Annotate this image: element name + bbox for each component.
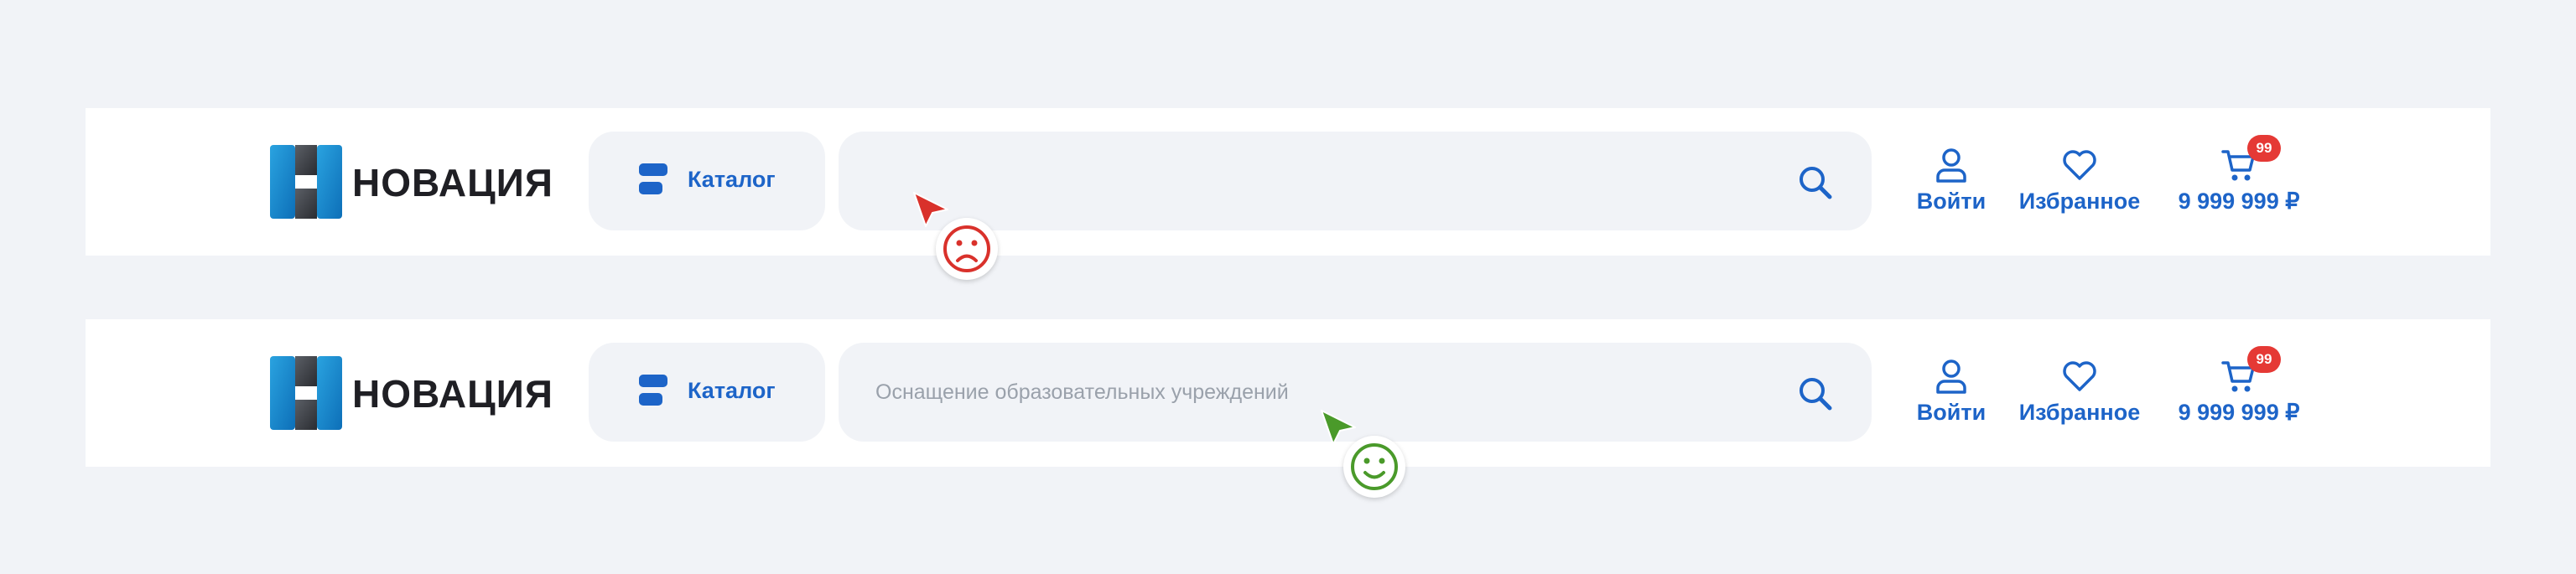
favorites-button[interactable]: Избранное (2012, 358, 2147, 426)
login-button[interactable]: Войти (1905, 147, 1997, 215)
logo-text: НОВАЦИЯ (352, 161, 553, 204)
catalog-menu-icon (639, 375, 667, 408)
login-button[interactable]: Войти (1905, 358, 1997, 426)
catalog-label: Каталог (688, 167, 776, 192)
logo-mark-icon (270, 145, 342, 219)
cart-button[interactable]: 99 9 999 999 ₽ (2163, 346, 2314, 426)
sad-face-icon (936, 218, 998, 280)
login-label: Войти (1916, 400, 1987, 425)
search-input[interactable] (875, 371, 1764, 413)
logo[interactable]: НОВАЦИЯ (270, 356, 576, 430)
cart-button[interactable]: 99 9 999 999 ₽ (2163, 135, 2314, 215)
favorites-label: Избранное (2018, 189, 2141, 214)
cart-total-label: 9 999 999 ₽ (2178, 189, 2300, 214)
arrow-cursor-green-icon (1321, 410, 1356, 445)
cart-count-badge: 99 (2247, 135, 2281, 162)
search-icon[interactable] (1796, 375, 1835, 413)
arrow-cursor-red-icon (913, 192, 948, 227)
search-bar[interactable] (839, 132, 1872, 230)
catalog-button[interactable]: Каталог (589, 343, 825, 442)
user-icon (1936, 148, 1966, 183)
cart-count-badge: 99 (2247, 346, 2281, 373)
catalog-button[interactable]: Каталог (589, 132, 825, 230)
logo-text: НОВАЦИЯ (352, 372, 553, 416)
heart-icon (2063, 150, 2096, 180)
cart-total-label: 9 999 999 ₽ (2178, 400, 2300, 425)
login-label: Войти (1916, 189, 1987, 214)
heart-icon (2063, 361, 2096, 391)
search-icon[interactable] (1796, 163, 1835, 202)
header-bar-with-placeholder: НОВАЦИЯ Каталог Войти Избранное (86, 319, 2490, 467)
happy-face-icon (1343, 436, 1405, 498)
favorites-label: Избранное (2018, 400, 2141, 425)
user-icon (1936, 359, 1966, 394)
header-bar-without-placeholder: НОВАЦИЯ Каталог Войти Избранное 99 9 999… (86, 108, 2490, 256)
logo[interactable]: НОВАЦИЯ (270, 145, 576, 219)
catalog-label: Каталог (688, 378, 776, 403)
search-input[interactable] (875, 160, 1764, 202)
logo-mark-icon (270, 356, 342, 430)
favorites-button[interactable]: Избранное (2012, 147, 2147, 215)
catalog-menu-icon (639, 163, 667, 197)
